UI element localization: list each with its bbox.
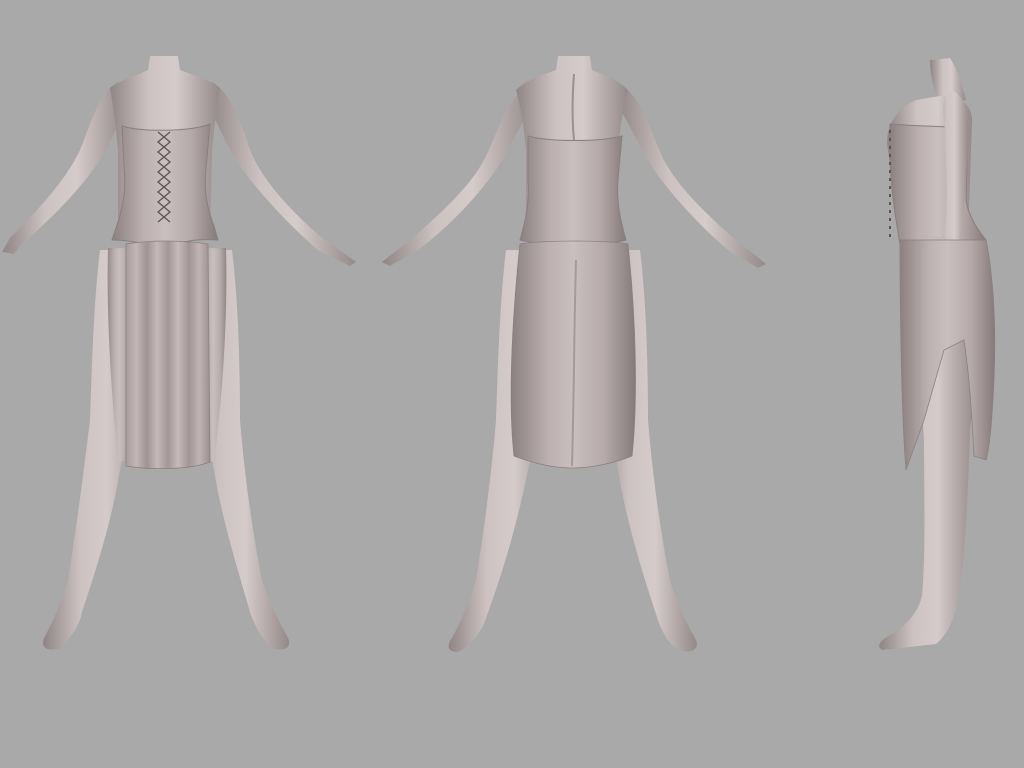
side-corset: [889, 123, 988, 245]
back-corset: [519, 135, 627, 253]
back-right-arm: [616, 84, 766, 268]
front-view-figure: [2, 56, 356, 650]
front-left-arm: [2, 82, 126, 254]
back-left-arm: [382, 84, 534, 266]
back-view-figure: [382, 56, 766, 652]
front-skirt-pleated-panel: [125, 240, 211, 470]
turnaround-render: [2, 56, 996, 652]
side-view-figure: [879, 58, 996, 650]
front-right-arm: [208, 82, 356, 266]
render-viewport: [0, 0, 1024, 768]
